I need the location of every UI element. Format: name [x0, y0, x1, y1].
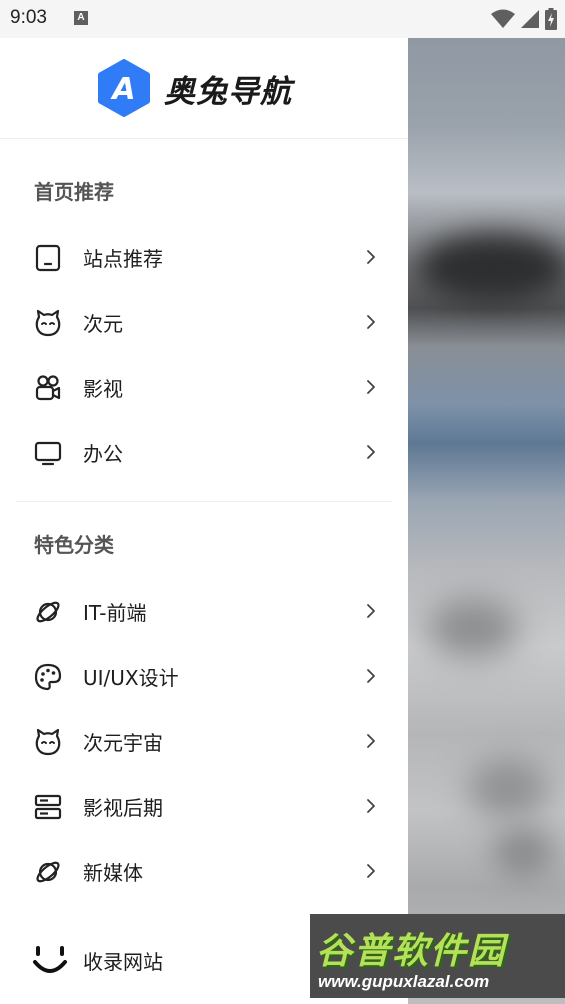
menu-item-office[interactable]: 办公	[0, 422, 408, 482]
blurred-shape	[493, 828, 553, 878]
chevron-right-icon	[367, 604, 375, 618]
chevron-right-icon	[367, 315, 375, 329]
menu-item-label: 影视	[83, 377, 123, 401]
watermark-url: www.gupuxlazal.com	[318, 972, 490, 991]
chevron-right-icon	[367, 734, 375, 748]
status-bar: 9:03 A	[0, 0, 565, 38]
menu-item-post-production[interactable]: 影视后期	[0, 776, 408, 836]
watermark: 谷普软件园 www.gupuxlazal.com	[310, 914, 565, 998]
menu-item-label: IT-前端	[83, 601, 147, 625]
logo-badge-icon: A	[98, 59, 150, 117]
cat-face-icon	[35, 728, 61, 756]
monitor-icon	[34, 441, 62, 466]
menu-item-new-media[interactable]: 新媒体	[0, 841, 408, 901]
blurred-shape	[468, 758, 548, 818]
signal-icon	[521, 10, 539, 28]
menu-item-site-recommend[interactable]: 站点推荐	[0, 227, 408, 287]
menu-item-label: 办公	[83, 442, 123, 466]
section-title-featured-categories: 特色分类	[34, 533, 114, 557]
menu-item-video[interactable]: 影视	[0, 357, 408, 417]
smiley-icon	[33, 946, 67, 973]
chevron-right-icon	[367, 799, 375, 813]
app-logo: A 奥兔导航	[95, 59, 292, 117]
video-camera-icon	[35, 375, 61, 401]
blurred-shape	[428, 598, 518, 658]
menu-item-label: 站点推荐	[83, 247, 163, 271]
chevron-right-icon	[367, 864, 375, 878]
menu-item-label: 收录网站	[83, 950, 163, 974]
menu-item-label: 次元	[83, 312, 123, 336]
section-divider	[16, 501, 392, 502]
chevron-right-icon	[367, 250, 375, 264]
menu-item-ciyuan-universe[interactable]: 次元宇宙	[0, 711, 408, 771]
a-letter-icon: A	[74, 11, 88, 25]
blurred-background-page[interactable]	[408, 38, 565, 1004]
server-icon	[34, 794, 62, 820]
chevron-right-icon	[367, 445, 375, 459]
chevron-right-icon	[367, 380, 375, 394]
battery-charging-icon	[545, 8, 557, 30]
menu-item-ui-ux-design[interactable]: UI/UX设计	[0, 646, 408, 706]
status-icons	[491, 8, 557, 30]
tablet-icon	[35, 244, 61, 272]
menu-item-label: UI/UX设计	[83, 666, 179, 690]
wifi-icon	[491, 9, 515, 28]
menu-item-label: 新媒体	[83, 861, 143, 885]
watermark-main-text: 谷普软件园	[316, 931, 507, 972]
palette-icon	[34, 663, 62, 691]
planet-icon	[36, 601, 60, 623]
menu-item-label: 次元宇宙	[83, 731, 163, 755]
menu-item-it-frontend[interactable]: IT-前端	[0, 581, 408, 641]
status-time: 9:03	[10, 7, 47, 28]
navigation-drawer: A 奥兔导航 首页推荐 站点推荐 次元 影视 办公 特色分类 IT-前端 UI/…	[0, 38, 408, 1004]
menu-item-ciyuan[interactable]: 次元	[0, 292, 408, 352]
app-name: 奥兔导航	[164, 73, 292, 110]
menu-item-label: 影视后期	[83, 796, 163, 820]
header-divider	[0, 138, 408, 139]
blurred-shape	[418, 233, 565, 303]
cat-face-icon	[35, 309, 61, 337]
section-title-home-recommend: 首页推荐	[34, 180, 114, 204]
chevron-right-icon	[367, 669, 375, 683]
planet-icon	[36, 861, 60, 883]
logo-letter: A	[110, 72, 135, 107]
